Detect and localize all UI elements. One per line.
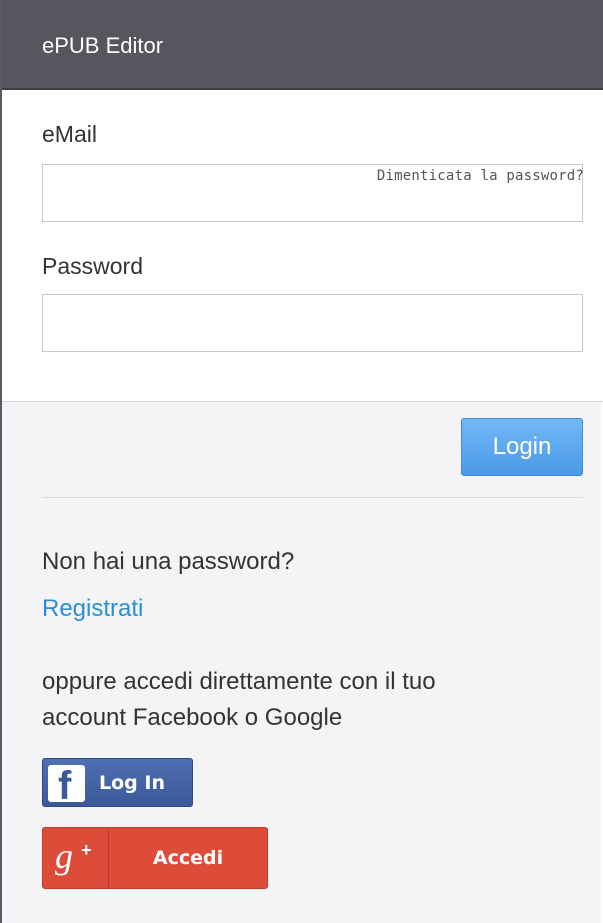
- login-button[interactable]: Login: [461, 418, 583, 476]
- panel-header: ePUB Editor: [2, 0, 603, 90]
- register-link[interactable]: Registrati: [42, 592, 143, 626]
- forgot-password-link[interactable]: Dimenticata la password?: [377, 168, 584, 184]
- login-form: eMail Password Dimenticata la password?: [2, 90, 603, 402]
- google-login-button[interactable]: g + Accedi: [42, 827, 268, 889]
- google-icon-glyph: g: [55, 836, 73, 876]
- google-login-label: Accedi: [152, 847, 224, 869]
- app-title: ePUB Editor: [42, 33, 164, 58]
- divider: [42, 497, 583, 498]
- facebook-icon: f: [48, 764, 85, 808]
- password-field[interactable]: [42, 294, 583, 352]
- facebook-login-label: Log In: [99, 772, 165, 794]
- login-panel: ePUB Editor eMail Password Dimenticata l…: [0, 0, 603, 923]
- password-label: Password: [42, 253, 143, 279]
- facebook-icon-glyph: f: [58, 764, 72, 808]
- social-login-text-line2: account Facebook o Google: [42, 704, 343, 731]
- google-plus-glyph: +: [81, 840, 92, 860]
- email-label: eMail: [42, 121, 97, 147]
- google-plus-icon: g +: [43, 828, 109, 888]
- no-password-text: Non hai una password?: [42, 548, 295, 575]
- facebook-login-button[interactable]: f Log In: [42, 758, 193, 808]
- social-login-text-line1: oppure accedi direttamente con il tuo: [42, 668, 436, 695]
